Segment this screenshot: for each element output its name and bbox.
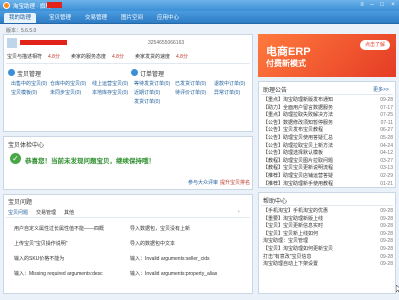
dsr-desc-label: 宝贝与描述相符 (7, 54, 43, 60)
help-center-item-date: 09-28 (380, 261, 393, 268)
dsr-service-label: 卖家的服务态度 (71, 54, 107, 60)
issues-tab-trade[interactable]: 交易管理 (36, 209, 56, 216)
issues-title: 宝贝问题 (8, 200, 33, 206)
issues-more[interactable]: › (238, 209, 240, 215)
banner-badge[interactable]: 点击了解 (360, 40, 390, 50)
divider (6, 63, 250, 64)
tab-image-space[interactable]: 图片空间 (116, 13, 148, 23)
version-label: 版本：5.6.5.0 (6, 28, 37, 34)
health-review-link[interactable]: 参与大众评审 (188, 179, 218, 186)
check-icon: ✓ (10, 153, 21, 164)
tab-trade-management[interactable]: 交易管理 (80, 13, 112, 23)
announcements-more[interactable]: 更多>> (373, 86, 389, 93)
help-center-list: 【手机淘宝】手机淘宝的优惠 09-28 【重要】淘宝助理新版上线 09-28 【宝贝】宝… (258, 207, 396, 293)
health-message: 恭喜您！当前未发现问题宝贝，继续保持哦！ (25, 158, 155, 165)
banner-title: 电商ERP (266, 46, 311, 58)
dsr-shipping-value: 4.8分 (176, 54, 188, 60)
link-on-sale[interactable]: 出售中的宝贝(0) (11, 80, 47, 87)
issues-tab-item[interactable]: 宝贝问题 (8, 209, 28, 216)
link-operations[interactable]: 线上运营宝贝(0) (92, 80, 128, 87)
link-await-review[interactable]: 待评价订单(0) (175, 89, 206, 96)
divider (6, 217, 250, 218)
app-window: 淘宝助理 · 旗舰 ≡ – □ × 我的助理 宝贝管理 交易管理 图片空间 应用… (0, 0, 399, 300)
link-recent[interactable]: 近期订单(0) (134, 89, 160, 96)
link-refunding[interactable]: 退款中订单(0) (214, 80, 245, 87)
divider (261, 205, 393, 206)
link-await-ship[interactable]: 等待发货订单(0) (134, 80, 170, 87)
title-bar: 淘宝助理 · 旗舰 ≡ – □ × (0, 0, 399, 11)
issue-right-4[interactable]: 输入：Invalid arguments:property_alias (130, 270, 217, 277)
announcements-list: 【重点】淘宝助理新版发布通知 09-28 【助力】全面用户留言数据服务 07-17 【重… (258, 96, 396, 188)
health-title: 宝贝体检中心 (8, 143, 45, 149)
app-logo-icon (3, 2, 10, 9)
link-templates[interactable]: 宝贝模板(0) (11, 89, 37, 96)
account-badge (47, 2, 62, 8)
issue-left-1[interactable]: 用户自定义属性过长属性值不能——四概 (14, 225, 104, 232)
help-center-item[interactable]: 淘宝助理自动上下架设置 09-28 (263, 260, 393, 269)
tab-app-center[interactable]: 应用中心 (152, 13, 184, 23)
main-tabs: 我的助理 宝贝管理 交易管理 图片空间 应用中心 (0, 11, 399, 24)
divider (261, 94, 393, 95)
user-id: 3254655066163 (148, 40, 185, 46)
link-unsynced[interactable]: 未同步宝贝(0) (50, 89, 81, 96)
account-name-redacted (20, 40, 67, 45)
health-ad-link[interactable]: 提升宝贝排名 (220, 179, 250, 186)
dsr-service-value: 4.8分 (112, 54, 124, 60)
close-icon[interactable]: × (389, 1, 397, 9)
link-abnormal[interactable]: 异常订单(0) (214, 89, 240, 96)
shop-icon (8, 69, 15, 76)
issue-left-3[interactable]: 输入的SKU价格不能为 (14, 255, 64, 262)
help-center-title: 帮助中心 (263, 199, 288, 205)
order-mgmt-title: 订单管理 (140, 72, 165, 78)
link-local-stock[interactable]: 本地库存宝贝(0) (92, 89, 128, 96)
announcement-item[interactable]: 【推荐】淘宝助理新手使用教程 01-21 (263, 180, 393, 189)
announcements-title: 助理公告 (263, 88, 288, 94)
tab-my-assistant[interactable]: 我的助理 (4, 13, 37, 23)
issue-right-3[interactable]: 输入：Invalid arguments:seller_cids (130, 255, 209, 262)
link-in-warehouse[interactable]: 仓库中的宝贝(0) (50, 80, 86, 87)
help-center-item-title: 淘宝助理自动上下架设置 (263, 261, 319, 268)
app-title: 淘宝助理 · 旗舰 (13, 4, 51, 10)
maximize-icon[interactable]: □ (378, 1, 386, 9)
link-shipped[interactable]: 已发货订单(0) (175, 80, 206, 87)
issue-right-2[interactable]: 导入的数据包中文本 (130, 240, 175, 247)
order-icon (131, 69, 138, 76)
issue-left-4[interactable]: 输入：Missing required arguments:desc (14, 270, 103, 277)
link-ship-orders[interactable]: 发货订单(0) (134, 98, 160, 105)
tab-item-management[interactable]: 宝贝管理 (44, 13, 76, 23)
minimize-icon[interactable]: – (368, 1, 376, 9)
banner-subtitle: 付费新模式 (266, 59, 306, 68)
shop-mgmt-title: 宝贝管理 (17, 72, 42, 78)
menu-icon[interactable]: ≡ (358, 1, 366, 9)
announcement-item-date: 01-21 (380, 180, 393, 187)
avatar (7, 38, 17, 48)
issue-right-1[interactable]: 导入数据包，宝贝没有上新 (130, 225, 190, 232)
issues-tab-other[interactable]: 其他 (64, 209, 74, 216)
dsr-shipping-label: 卖家发货的速度 (135, 54, 171, 60)
issue-left-2[interactable]: 上传宝贝"宝贝操作说明" (14, 240, 68, 247)
announcement-item-title: 【推荐】淘宝助理新手使用教程 (263, 180, 334, 187)
dsr-desc-value: 4.8分 (48, 54, 60, 60)
